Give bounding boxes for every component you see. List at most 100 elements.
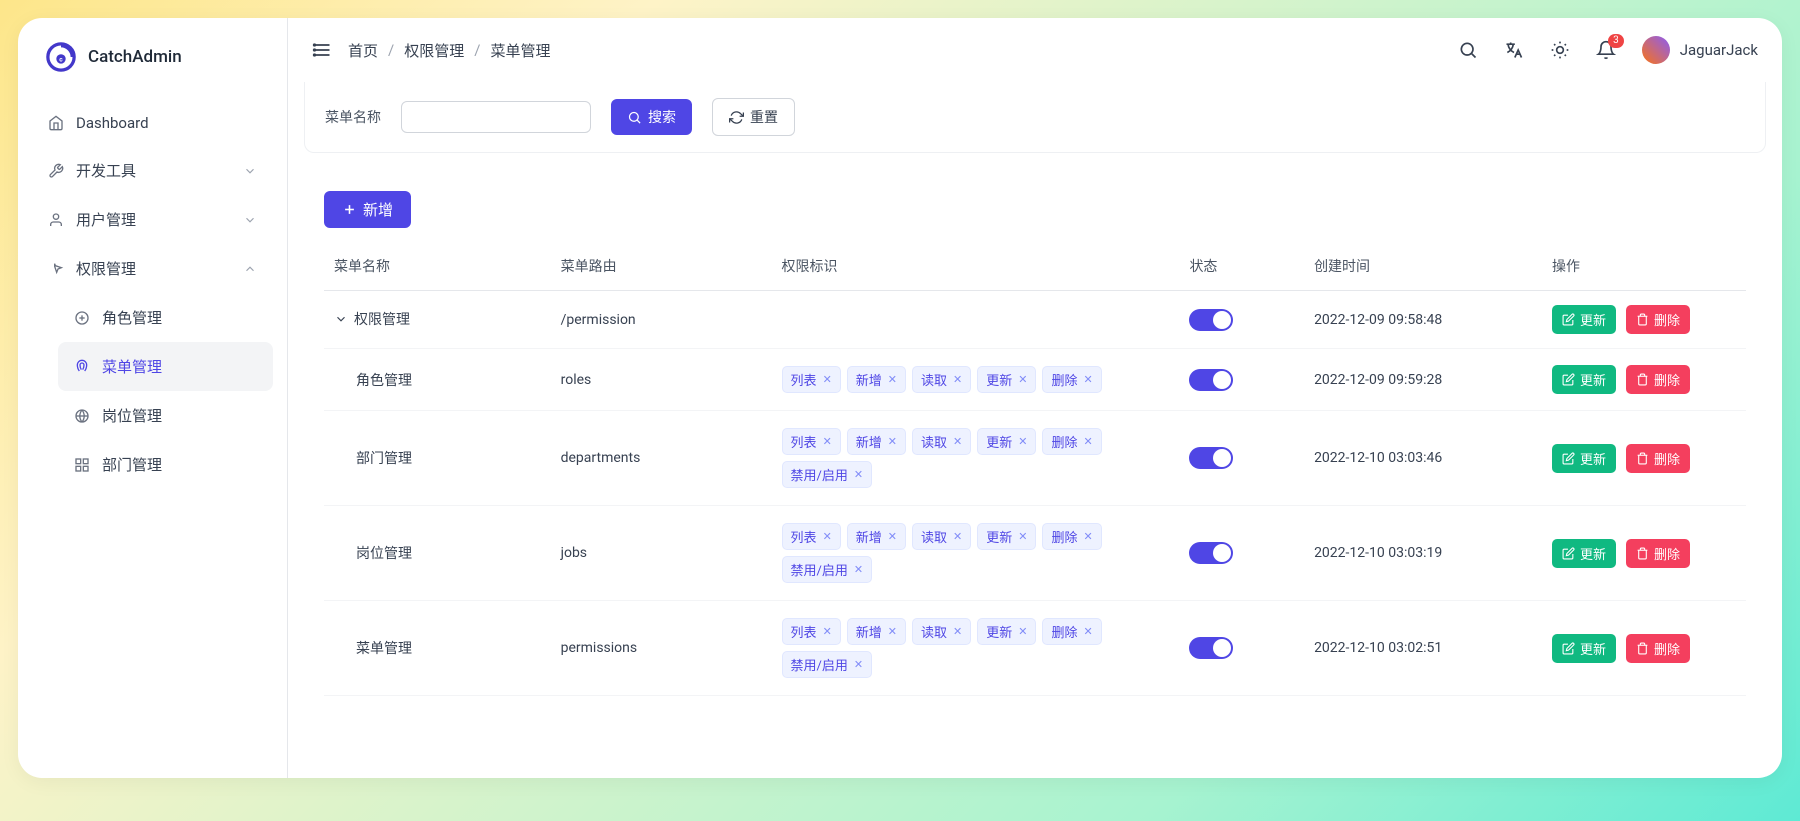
grid-icon: [74, 457, 90, 473]
perm-tag[interactable]: 禁用/启用✕: [782, 651, 873, 678]
perm-tag[interactable]: 新增✕: [847, 366, 906, 393]
chevron-down-icon: [243, 213, 257, 227]
menu-toggle-icon[interactable]: [312, 40, 332, 60]
reset-button-label: 重置: [750, 107, 778, 127]
language-icon[interactable]: [1504, 40, 1524, 60]
toolbar: 新增: [324, 191, 1746, 228]
close-icon[interactable]: ✕: [1018, 530, 1027, 543]
close-icon[interactable]: ✕: [854, 658, 863, 671]
search-input[interactable]: [401, 101, 591, 133]
cell-name: 权限管理: [324, 291, 551, 349]
perm-tag[interactable]: 删除✕: [1042, 618, 1101, 645]
close-icon[interactable]: ✕: [854, 563, 863, 576]
perm-tag[interactable]: 列表✕: [782, 618, 841, 645]
update-button[interactable]: 更新: [1552, 634, 1616, 663]
bell-icon[interactable]: 3: [1596, 40, 1616, 60]
close-icon[interactable]: ✕: [1084, 373, 1093, 386]
column-header: 菜单名称: [324, 242, 551, 291]
sidebar-subitem[interactable]: 菜单管理: [58, 342, 273, 391]
close-icon[interactable]: ✕: [823, 625, 832, 638]
close-icon[interactable]: ✕: [888, 625, 897, 638]
close-icon[interactable]: ✕: [823, 435, 832, 448]
status-toggle[interactable]: [1189, 447, 1233, 469]
status-toggle[interactable]: [1189, 369, 1233, 391]
row-expand-toggle[interactable]: 权限管理: [334, 309, 410, 329]
theme-icon[interactable]: [1550, 40, 1570, 60]
perm-tag[interactable]: 删除✕: [1042, 523, 1101, 550]
delete-button[interactable]: 删除: [1626, 634, 1690, 663]
logo[interactable]: c CatchAdmin: [18, 18, 287, 92]
status-toggle[interactable]: [1189, 637, 1233, 659]
perm-tag[interactable]: 更新✕: [977, 618, 1036, 645]
close-icon[interactable]: ✕: [953, 625, 962, 638]
add-button[interactable]: 新增: [324, 191, 411, 228]
close-icon[interactable]: ✕: [888, 435, 897, 448]
perm-tag[interactable]: 读取✕: [912, 523, 971, 550]
username: JaguarJack: [1680, 41, 1758, 59]
perm-tag[interactable]: 读取✕: [912, 366, 971, 393]
delete-button-label: 删除: [1654, 310, 1680, 329]
perm-tag[interactable]: 列表✕: [782, 428, 841, 455]
close-icon[interactable]: ✕: [1018, 435, 1027, 448]
trash-icon: [1636, 313, 1649, 326]
close-icon[interactable]: ✕: [888, 373, 897, 386]
close-icon[interactable]: ✕: [953, 530, 962, 543]
close-icon[interactable]: ✕: [1084, 435, 1093, 448]
sidebar-item[interactable]: 开发工具: [32, 146, 273, 195]
delete-button[interactable]: 删除: [1626, 305, 1690, 334]
update-button[interactable]: 更新: [1552, 365, 1616, 394]
delete-button[interactable]: 删除: [1626, 444, 1690, 473]
update-button[interactable]: 更新: [1552, 305, 1616, 334]
search-icon[interactable]: [1458, 40, 1478, 60]
close-icon[interactable]: ✕: [1084, 530, 1093, 543]
breadcrumb-item[interactable]: 首页: [348, 40, 378, 61]
perm-tag[interactable]: 更新✕: [977, 523, 1036, 550]
breadcrumb-item[interactable]: 菜单管理: [490, 40, 550, 61]
close-icon[interactable]: ✕: [1084, 625, 1093, 638]
cell-perms: 列表✕新增✕读取✕更新✕删除✕: [772, 349, 1180, 411]
breadcrumb-separator: /: [388, 41, 394, 59]
delete-button[interactable]: 删除: [1626, 539, 1690, 568]
close-icon[interactable]: ✕: [953, 373, 962, 386]
close-icon[interactable]: ✕: [1018, 373, 1027, 386]
perm-tag[interactable]: 列表✕: [782, 366, 841, 393]
perm-tag[interactable]: 列表✕: [782, 523, 841, 550]
sidebar-item[interactable]: Dashboard: [32, 100, 273, 146]
close-icon[interactable]: ✕: [854, 468, 863, 481]
perm-tag[interactable]: 删除 ✕: [1042, 428, 1101, 455]
perm-tag[interactable]: 新增✕: [847, 618, 906, 645]
status-toggle[interactable]: [1189, 542, 1233, 564]
perm-tag[interactable]: 读取 ✕: [912, 428, 971, 455]
cell-name: 角色管理: [324, 349, 551, 411]
close-icon[interactable]: ✕: [888, 530, 897, 543]
sidebar-subitem[interactable]: 角色管理: [58, 293, 273, 342]
breadcrumb-item[interactable]: 权限管理: [404, 40, 464, 61]
close-icon[interactable]: ✕: [823, 373, 832, 386]
close-icon[interactable]: ✕: [1018, 625, 1027, 638]
perm-tag[interactable]: 读取✕: [912, 618, 971, 645]
perm-tag[interactable]: 禁用/启用✕: [782, 556, 873, 583]
delete-button[interactable]: 删除: [1626, 365, 1690, 394]
update-button[interactable]: 更新: [1552, 539, 1616, 568]
reset-button[interactable]: 重置: [712, 98, 795, 136]
perm-tag[interactable]: 更新✕: [977, 366, 1036, 393]
perm-tag[interactable]: 删除✕: [1042, 366, 1101, 393]
perm-tag[interactable]: 更新✕: [977, 428, 1036, 455]
perm-tag-label: 删除: [1051, 432, 1077, 451]
search-button[interactable]: 搜索: [611, 99, 692, 135]
update-button[interactable]: 更新: [1552, 444, 1616, 473]
status-toggle[interactable]: [1189, 309, 1233, 331]
edit-icon: [1562, 452, 1575, 465]
perm-tag[interactable]: 禁用/启用✕: [782, 461, 873, 488]
sidebar-item[interactable]: 权限管理: [32, 244, 273, 293]
close-icon[interactable]: ✕: [953, 435, 962, 448]
sidebar-subitem[interactable]: 岗位管理: [58, 391, 273, 440]
perm-tag[interactable]: 新增✕: [847, 428, 906, 455]
sidebar-subitem[interactable]: 部门管理: [58, 440, 273, 489]
close-icon[interactable]: ✕: [823, 530, 832, 543]
sidebar-item[interactable]: 用户管理: [32, 195, 273, 244]
perm-tag-label: 读取: [921, 432, 947, 451]
globe-icon: [74, 408, 90, 424]
perm-tag[interactable]: 新增✕: [847, 523, 906, 550]
user-menu[interactable]: JaguarJack: [1642, 36, 1758, 64]
